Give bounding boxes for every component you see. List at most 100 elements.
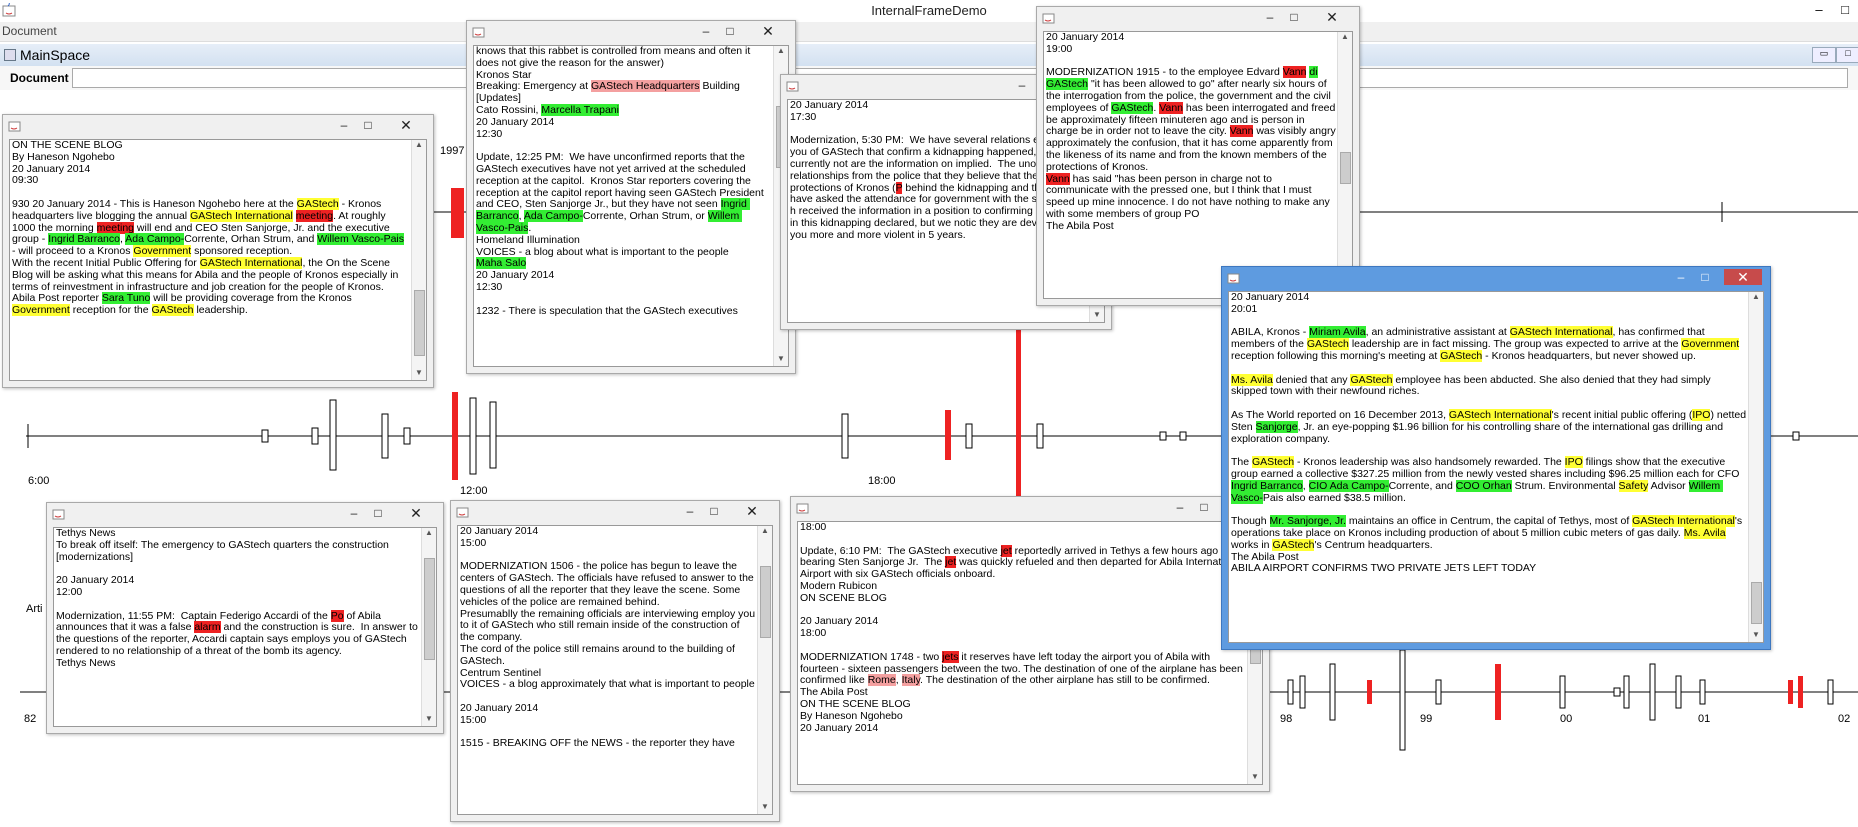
frame-text-pane[interactable]: 20 January 2014 20:01 ABILA, Kronos - Mi… — [1228, 291, 1764, 643]
internal-frame[interactable]: – □ ✕ 20 January 2014 20:01 ABILA, Krono… — [1221, 266, 1771, 650]
event-bar — [1495, 664, 1501, 720]
scroll-down-icon[interactable]: ▼ — [422, 714, 436, 726]
minimize-button[interactable]: – — [679, 503, 701, 519]
year-label: 01 — [1698, 713, 1710, 725]
internal-frame[interactable]: – □ ✕ knows that this rabbet is controll… — [466, 20, 796, 374]
event-bar — [469, 397, 477, 475]
scroll-thumb[interactable] — [414, 290, 425, 356]
scroll-down-icon[interactable]: ▼ — [774, 354, 788, 366]
scroll-thumb[interactable] — [1751, 582, 1762, 624]
time-label: 6:00 — [28, 475, 49, 487]
maximize-button[interactable]: □ — [367, 505, 389, 521]
close-button[interactable]: ✕ — [1724, 269, 1762, 285]
close-button[interactable]: ✕ — [749, 23, 787, 39]
scroll-thumb[interactable] — [760, 566, 771, 638]
internal-frame[interactable]: – □ ✕ Tethys News To break off itself: T… — [46, 502, 444, 734]
scroll-up-icon[interactable]: ▲ — [1749, 292, 1763, 304]
scroll-thumb[interactable] — [1340, 152, 1351, 184]
frame-titlebar[interactable]: – □ ✕ — [791, 497, 1269, 519]
scroll-up-icon[interactable]: ▲ — [412, 140, 426, 152]
scroll-thumb[interactable] — [424, 558, 435, 660]
frame-text[interactable]: knows that this rabbet is controlled fro… — [476, 46, 772, 317]
vertical-scrollbar[interactable]: ▲▼ — [1748, 292, 1763, 642]
scroll-up-icon[interactable]: ▲ — [758, 526, 772, 538]
vertical-scrollbar[interactable]: ▲▼ — [1337, 32, 1352, 298]
frame-text-pane[interactable]: ON THE SCENE BLOG By Haneson Ngohebo 20 … — [9, 139, 427, 381]
minimize-button[interactable]: – — [343, 505, 365, 521]
maximize-button[interactable]: □ — [1193, 499, 1215, 515]
scroll-up-icon[interactable]: ▲ — [774, 46, 788, 58]
highlight-organization: GAStech — [296, 197, 339, 210]
event-bar — [1179, 431, 1187, 441]
frame-text-pane[interactable]: 18:00 Update, 6:10 PM: The GAStech execu… — [797, 521, 1263, 785]
highlight-organization: GAStech — [1440, 349, 1483, 362]
left-stub-label: Arti — [26, 603, 43, 615]
highlight-alert: jet — [945, 556, 957, 569]
frame-titlebar[interactable]: – □ ✕ — [1222, 267, 1770, 289]
close-button[interactable]: ✕ — [387, 117, 425, 133]
java-icon — [52, 509, 65, 520]
frame-titlebar[interactable]: – □ ✕ — [1037, 7, 1359, 29]
frame-text[interactable]: 20 January 2014 15:00 MODERNIZATION 1506… — [460, 526, 756, 750]
internal-frame[interactable]: – □ ✕ 18:00 Update, 6:10 PM: The GAStech… — [790, 496, 1270, 792]
minimize-button[interactable]: – — [1670, 269, 1692, 285]
java-icon — [796, 503, 809, 514]
highlight-organization: GAStech — [1252, 456, 1295, 469]
vertical-scrollbar[interactable]: ▲▼ — [411, 140, 426, 380]
close-button[interactable]: ✕ — [397, 505, 435, 521]
scroll-up-icon[interactable]: ▲ — [422, 528, 436, 540]
frame-text-pane[interactable]: 20 January 2014 15:00 MODERNIZATION 1506… — [457, 525, 773, 815]
event-bar — [1699, 679, 1706, 705]
maximize-button[interactable]: □ — [1694, 269, 1716, 285]
scroll-down-icon[interactable]: ▼ — [1248, 772, 1262, 784]
highlight-alert: P — [895, 181, 903, 194]
highlight-alert: Po — [330, 609, 344, 622]
minimize-button[interactable]: – — [1169, 499, 1191, 515]
highlight-person: Ada Campo- — [523, 210, 583, 223]
scroll-down-icon[interactable]: ▼ — [1749, 630, 1763, 642]
frame-text-pane[interactable]: Tethys News To break off itself: The eme… — [53, 527, 437, 727]
minimize-button[interactable]: – — [695, 23, 717, 39]
highlight-organization: Ms. Avila — [1683, 526, 1726, 539]
vertical-scrollbar[interactable]: ▲▼ — [757, 526, 772, 814]
event-bar — [1299, 675, 1306, 709]
scroll-up-icon[interactable]: ▲ — [1338, 32, 1352, 44]
scroll-down-icon[interactable]: ▼ — [412, 368, 426, 380]
maximize-button[interactable]: □ — [357, 117, 379, 133]
maximize-button[interactable]: □ — [703, 503, 725, 519]
year-label: 1997 — [440, 145, 464, 157]
maximize-button[interactable]: □ — [1283, 9, 1305, 25]
frame-text-pane[interactable]: knows that this rabbet is controlled fro… — [473, 45, 789, 367]
close-button[interactable]: ✕ — [733, 503, 771, 519]
minimize-button[interactable]: – — [333, 117, 355, 133]
frame-text[interactable]: 20 January 2014 19:00 MODERNIZATION 1915… — [1046, 32, 1336, 233]
highlight-person: Ingrid Barranco — [1231, 479, 1303, 492]
frame-titlebar[interactable]: – □ ✕ — [467, 21, 795, 43]
frame-titlebar[interactable]: – □ ✕ — [451, 501, 779, 523]
frame-text-pane[interactable]: 20 January 2014 19:00 MODERNIZATION 1915… — [1043, 31, 1353, 299]
minimize-button[interactable]: – — [1011, 77, 1033, 93]
minimize-button[interactable]: – — [1259, 9, 1281, 25]
event-bar — [1675, 675, 1682, 709]
scroll-down-icon[interactable]: ▼ — [1090, 310, 1104, 322]
frame-text[interactable]: ON THE SCENE BLOG By Haneson Ngohebo 20 … — [12, 140, 410, 317]
frame-text[interactable]: Tethys News To break off itself: The eme… — [56, 528, 420, 670]
event-bar — [1788, 680, 1793, 704]
internal-frame[interactable]: – □ ✕ ON THE SCENE BLOG By Haneson Ngohe… — [2, 114, 434, 388]
internal-frame[interactable]: – □ ✕ 20 January 2014 19:00 MODERNIZATIO… — [1036, 6, 1360, 306]
frame-titlebar[interactable]: – □ ✕ — [3, 115, 433, 137]
frame-titlebar[interactable]: – □ ✕ — [47, 503, 443, 525]
event-bar — [1367, 680, 1372, 704]
scroll-down-icon[interactable]: ▼ — [758, 802, 772, 814]
internal-frame[interactable]: – □ ✕ 20 January 2014 15:00 MODERNIZATIO… — [450, 500, 780, 822]
highlight-person: Sara Tuno — [101, 292, 151, 305]
highlight-organization: GAStech — [151, 304, 194, 317]
frame-text[interactable]: 20 January 2014 20:01 ABILA, Kronos - Mi… — [1231, 292, 1747, 575]
vertical-scrollbar[interactable]: ▲▼ — [421, 528, 436, 726]
maximize-button[interactable]: □ — [719, 23, 741, 39]
close-button[interactable]: ✕ — [1313, 9, 1351, 25]
frame-text[interactable]: 18:00 Update, 6:10 PM: The GAStech execu… — [800, 522, 1246, 734]
highlight-person: Ada Campo- — [125, 233, 185, 246]
highlight-alert: meeting — [96, 221, 135, 234]
highlight-person: CIO Ada Campo- — [1308, 479, 1389, 492]
